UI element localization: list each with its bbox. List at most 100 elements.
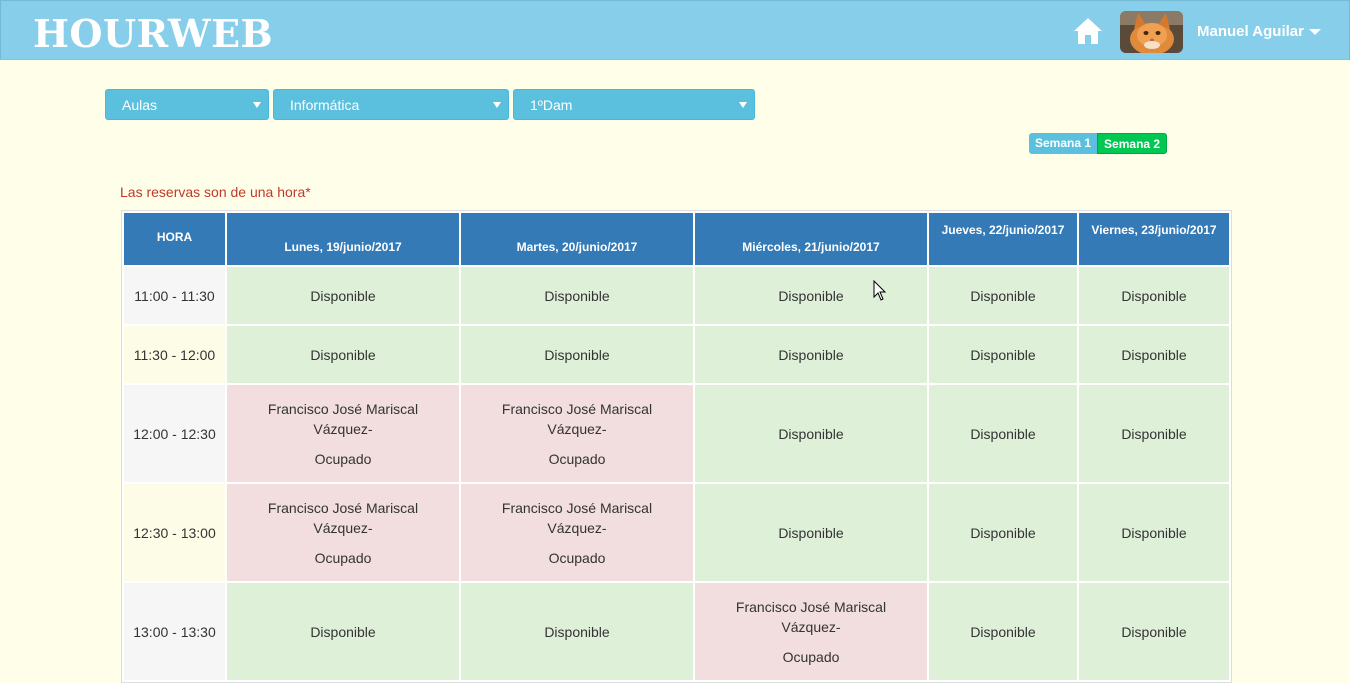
room-select-value: Informática: [290, 97, 360, 113]
table-row: 11:30 - 12:00 Disponible Disponible Disponi…: [124, 326, 1229, 383]
slot-status: Disponible: [544, 623, 610, 640]
type-select-value: Aulas: [122, 97, 158, 113]
slot-status: Disponible: [778, 346, 844, 363]
week-toggle: Semana 1 Semana 2: [1029, 133, 1168, 154]
slot-cell-available[interactable]: Disponible: [1079, 385, 1229, 482]
chevron-down-icon: [253, 102, 261, 108]
slot-cell-available[interactable]: Disponible: [1079, 583, 1229, 680]
table-row: 13:00 - 13:30 Disponible Disponible Francis…: [124, 583, 1229, 680]
user-name: Manuel Aguilar: [1197, 23, 1304, 40]
slot-cell-available[interactable]: Disponible: [929, 583, 1077, 680]
slot-cell-available[interactable]: Disponible: [929, 385, 1077, 482]
reservation-owner: Francisco José Mariscal Vázquez-: [267, 499, 419, 536]
slot-status: Disponible: [970, 287, 1036, 304]
home-icon[interactable]: [1073, 17, 1103, 45]
reservation-owner: Francisco José Mariscal Vázquez-: [735, 598, 887, 635]
group-select-value: 1ºDam: [530, 97, 573, 113]
slot-status: Disponible: [310, 346, 376, 363]
hour-column-header: HORA: [124, 213, 225, 265]
hour-label: 11:00 - 11:30: [134, 287, 215, 304]
slot-cell-occupied[interactable]: Francisco José Mariscal Vázquez- Ocupado: [461, 484, 693, 581]
slot-status: Disponible: [1121, 425, 1187, 442]
slot-status: Disponible: [1121, 524, 1187, 541]
mouse-cursor-icon: [873, 279, 887, 302]
slot-cell-available[interactable]: Disponible: [1079, 267, 1229, 324]
week-1-button[interactable]: Semana 1: [1029, 133, 1098, 154]
hour-cell: 11:00 - 11:30: [124, 267, 225, 324]
slot-cell-available[interactable]: Disponible: [227, 583, 459, 680]
slot-status: Disponible: [970, 425, 1036, 442]
hour-label: 12:00 - 12:30: [133, 425, 216, 442]
slot-status: Disponible: [970, 524, 1036, 541]
group-select[interactable]: 1ºDam: [513, 89, 755, 120]
table-row: 12:30 - 13:00 Francisco José Mariscal Váz…: [124, 484, 1229, 581]
slot-cell-available[interactable]: Disponible: [227, 326, 459, 383]
slot-status: Disponible: [778, 287, 844, 304]
reservation-notice: Las reservas son de una hora*: [120, 184, 311, 200]
slot-cell-available[interactable]: Disponible: [461, 583, 693, 680]
brand-logo[interactable]: HOURWEB: [33, 11, 273, 56]
slot-status: Disponible: [544, 287, 610, 304]
slot-status: Disponible: [310, 623, 376, 640]
avatar[interactable]: [1120, 11, 1183, 53]
slot-cell-available[interactable]: Disponible: [695, 267, 927, 324]
slot-cell-available[interactable]: Disponible: [227, 267, 459, 324]
hour-cell: 12:30 - 13:00: [124, 484, 225, 581]
caret-down-icon: [1308, 29, 1321, 36]
schedule-body: 11:00 - 11:30 Disponible Disponible Disponi…: [124, 267, 1229, 680]
table-row: 11:00 - 11:30 Disponible Disponible Disponi…: [124, 267, 1229, 324]
top-navbar: HOURWEB Manuel Aguilar: [0, 0, 1350, 60]
reservation-owner: Francisco José Mariscal Vázquez-: [267, 400, 419, 437]
slot-cell-available[interactable]: Disponible: [929, 484, 1077, 581]
chevron-down-icon: [493, 102, 501, 108]
slot-status: Disponible: [778, 524, 844, 541]
slot-cell-available[interactable]: Disponible: [929, 326, 1077, 383]
reservation-owner: Francisco José Mariscal Vázquez-: [501, 499, 653, 536]
chevron-down-icon: [739, 102, 747, 108]
slot-cell-available[interactable]: Disponible: [695, 326, 927, 383]
day-header: Jueves, 22/junio/2017: [929, 213, 1077, 265]
slot-cell-available[interactable]: Disponible: [1079, 484, 1229, 581]
reservation-owner: Francisco José Mariscal Vázquez-: [501, 400, 653, 437]
hour-label: 12:30 - 13:00: [133, 524, 216, 541]
slot-cell-occupied[interactable]: Francisco José Mariscal Vázquez- Ocupado: [461, 385, 693, 482]
hour-cell: 11:30 - 12:00: [124, 326, 225, 383]
slot-status: Ocupado: [548, 450, 606, 467]
day-header: Martes, 20/junio/2017: [461, 213, 693, 265]
slot-status: Disponible: [1121, 346, 1187, 363]
slot-cell-available[interactable]: Disponible: [1079, 326, 1229, 383]
schedule-table: HORA Lunes, 19/junio/2017 Martes, 20/jun…: [121, 210, 1232, 683]
hour-label: 11:30 - 12:00: [133, 346, 216, 363]
slot-status: Disponible: [778, 425, 844, 442]
slot-status: Ocupado: [314, 450, 372, 467]
user-menu-dropdown[interactable]: Manuel Aguilar: [1197, 23, 1321, 40]
slot-cell-available[interactable]: Disponible: [461, 267, 693, 324]
slot-status: Disponible: [544, 346, 610, 363]
slot-status: Disponible: [970, 623, 1036, 640]
type-select[interactable]: Aulas: [105, 89, 269, 120]
slot-cell-available[interactable]: Disponible: [695, 385, 927, 482]
hour-label: 13:00 - 13:30: [133, 623, 216, 640]
slot-cell-occupied[interactable]: Francisco José Mariscal Vázquez- Ocupado: [227, 484, 459, 581]
day-header: Miércoles, 21/junio/2017: [695, 213, 927, 265]
room-select[interactable]: Informática: [273, 89, 509, 120]
slot-cell-occupied[interactable]: Francisco José Mariscal Vázquez- Ocupado: [227, 385, 459, 482]
slot-status: Disponible: [1121, 287, 1187, 304]
day-header: Lunes, 19/junio/2017: [227, 213, 459, 265]
slot-status: Ocupado: [548, 549, 606, 566]
slot-status: Disponible: [970, 346, 1036, 363]
slot-cell-occupied[interactable]: Francisco José Mariscal Vázquez- Ocupado: [695, 583, 927, 680]
slot-cell-available[interactable]: Disponible: [695, 484, 927, 581]
table-header-row: HORA Lunes, 19/junio/2017 Martes, 20/jun…: [124, 213, 1229, 265]
slot-status: Disponible: [310, 287, 376, 304]
hour-cell: 13:00 - 13:30: [124, 583, 225, 680]
slot-status: Disponible: [1121, 623, 1187, 640]
week-2-button[interactable]: Semana 2: [1097, 133, 1168, 154]
hour-cell: 12:00 - 12:30: [124, 385, 225, 482]
slot-cell-available[interactable]: Disponible: [929, 267, 1077, 324]
slot-status: Ocupado: [314, 549, 372, 566]
slot-cell-available[interactable]: Disponible: [461, 326, 693, 383]
day-header: Viernes, 23/junio/2017: [1079, 213, 1229, 265]
slot-status: Ocupado: [782, 648, 840, 665]
table-row: 12:00 - 12:30 Francisco José Mariscal Váz…: [124, 385, 1229, 482]
